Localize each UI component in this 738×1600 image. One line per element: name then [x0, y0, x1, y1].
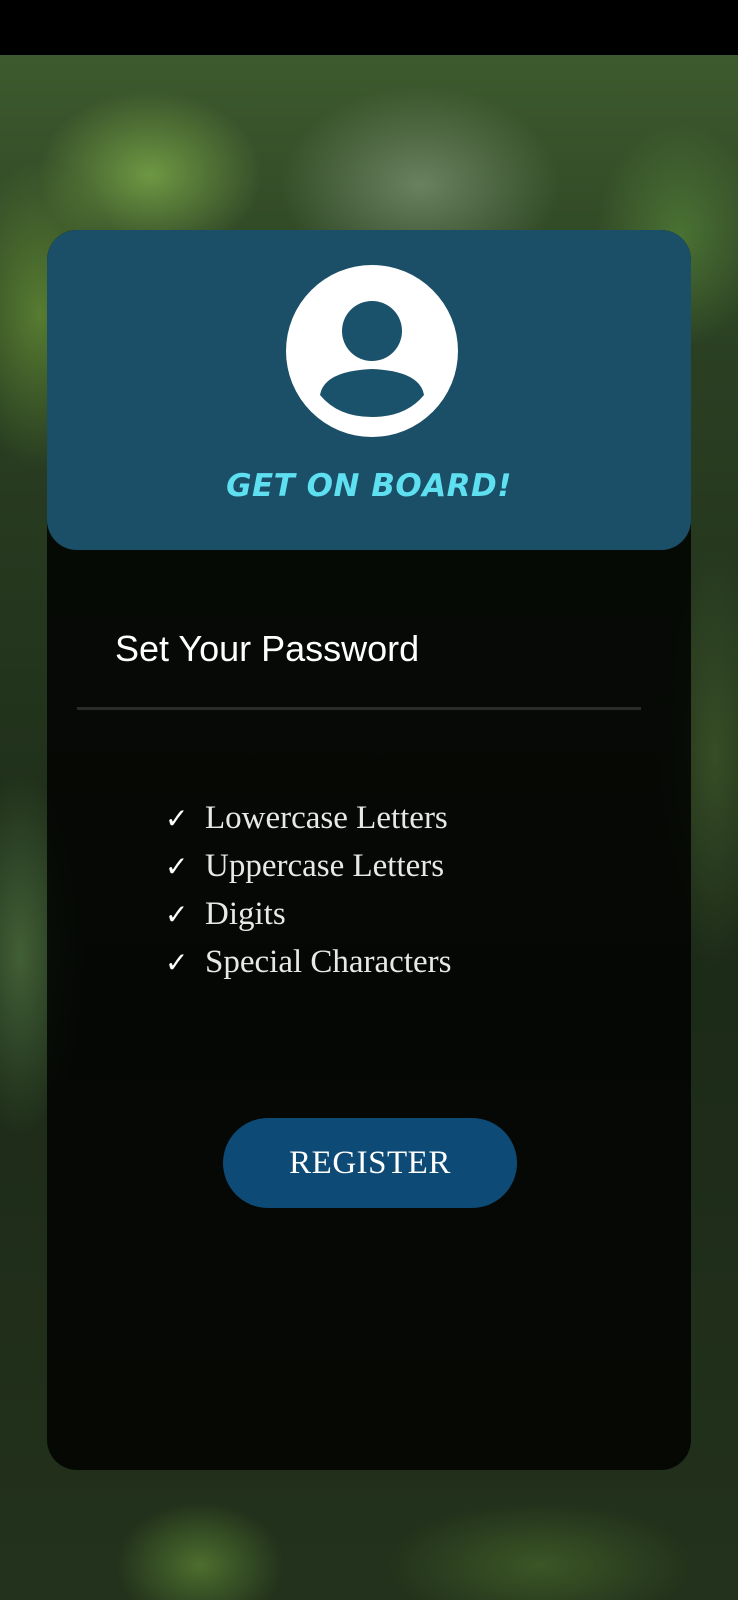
check-icon: ✓ [165, 802, 189, 835]
check-icon: ✓ [165, 946, 189, 979]
check-icon: ✓ [165, 850, 189, 883]
requirement-uppercase: ✓ Uppercase Letters [165, 848, 451, 896]
requirement-label: Special Characters [205, 944, 452, 980]
requirement-lowercase: ✓ Lowercase Letters [165, 800, 451, 848]
card-header: GET ON BOARD! [47, 230, 691, 550]
page-title: GET ON BOARD! [226, 468, 512, 504]
status-bar [0, 0, 738, 55]
requirement-label: Lowercase Letters [205, 800, 448, 836]
requirement-label: Digits [205, 896, 286, 932]
divider [77, 707, 641, 710]
requirement-digits: ✓ Digits [165, 896, 451, 944]
requirement-special: ✓ Special Characters [165, 944, 451, 992]
user-avatar-icon [286, 265, 458, 437]
section-title: Set Your Password [115, 628, 420, 669]
requirement-label: Uppercase Letters [205, 848, 445, 884]
register-button[interactable]: REGISTER [223, 1118, 517, 1208]
register-card: GET ON BOARD! Set Your Password ✓ Lowerc… [47, 230, 691, 1470]
password-requirements-list: ✓ Lowercase Letters ✓ Uppercase Letters … [165, 800, 451, 992]
check-icon: ✓ [165, 898, 189, 931]
